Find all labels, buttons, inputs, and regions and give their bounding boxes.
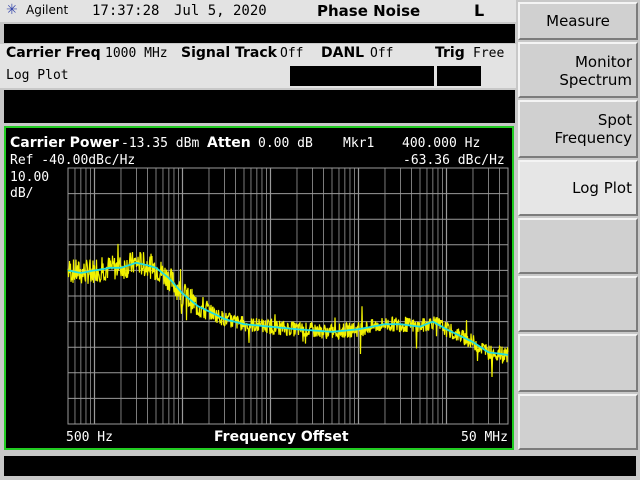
softkey-blank-7[interactable] <box>518 334 638 392</box>
clock-time: 17:37:28 <box>92 3 160 19</box>
signal-track-value: Off <box>280 46 304 61</box>
view-row: Log Plot <box>0 64 516 88</box>
mode-title: Phase Noise <box>317 2 421 20</box>
status-box-1 <box>290 66 434 86</box>
message-bar-bottom <box>4 456 636 476</box>
trace-graph[interactable] <box>6 128 512 448</box>
smoothed-trace <box>67 261 509 356</box>
x-axis-label: Frequency Offset <box>214 429 349 445</box>
agilent-logo-icon: ✳ <box>6 2 18 18</box>
menu-title-measure: Measure <box>518 2 638 40</box>
settings-row: Carrier Freq 1000 MHz Signal Track Off D… <box>0 44 516 64</box>
view-label: Log Plot <box>6 68 69 83</box>
brand-label: Agilent <box>26 3 69 17</box>
spot-frequency-button[interactable]: Spot Frequency <box>518 100 638 158</box>
signal-track-label: Signal Track <box>181 45 277 61</box>
softkey-blank-6[interactable] <box>518 276 638 332</box>
message-bar-top <box>4 24 515 43</box>
date-label: Jul 5, 2020 <box>174 3 267 19</box>
carrier-freq-label: Carrier Freq <box>6 45 101 61</box>
phase-noise-plot[interactable]: Carrier Power -13.35 dBm Atten 0.00 dB M… <box>4 126 514 450</box>
monitor-spectrum-button[interactable]: Monitor Spectrum <box>518 42 638 98</box>
x-stop-label: 50 MHz <box>461 430 508 445</box>
log-plot-button[interactable]: Log Plot <box>518 160 638 216</box>
status-header: ✳ Agilent 17:37:28 Jul 5, 2020 Phase Noi… <box>0 0 516 22</box>
danl-label: DANL <box>321 45 365 61</box>
carrier-freq-value: 1000 MHz <box>105 46 168 61</box>
local-indicator: L <box>474 1 485 20</box>
danl-value: Off <box>370 46 394 61</box>
message-bar-middle <box>4 90 515 123</box>
trig-value: Free <box>473 46 505 61</box>
softkey-blank-8[interactable] <box>518 394 638 450</box>
x-start-label: 500 Hz <box>66 430 113 445</box>
trig-label: Trig <box>435 45 465 61</box>
status-box-2 <box>437 66 481 86</box>
softkey-blank-5[interactable] <box>518 218 638 274</box>
